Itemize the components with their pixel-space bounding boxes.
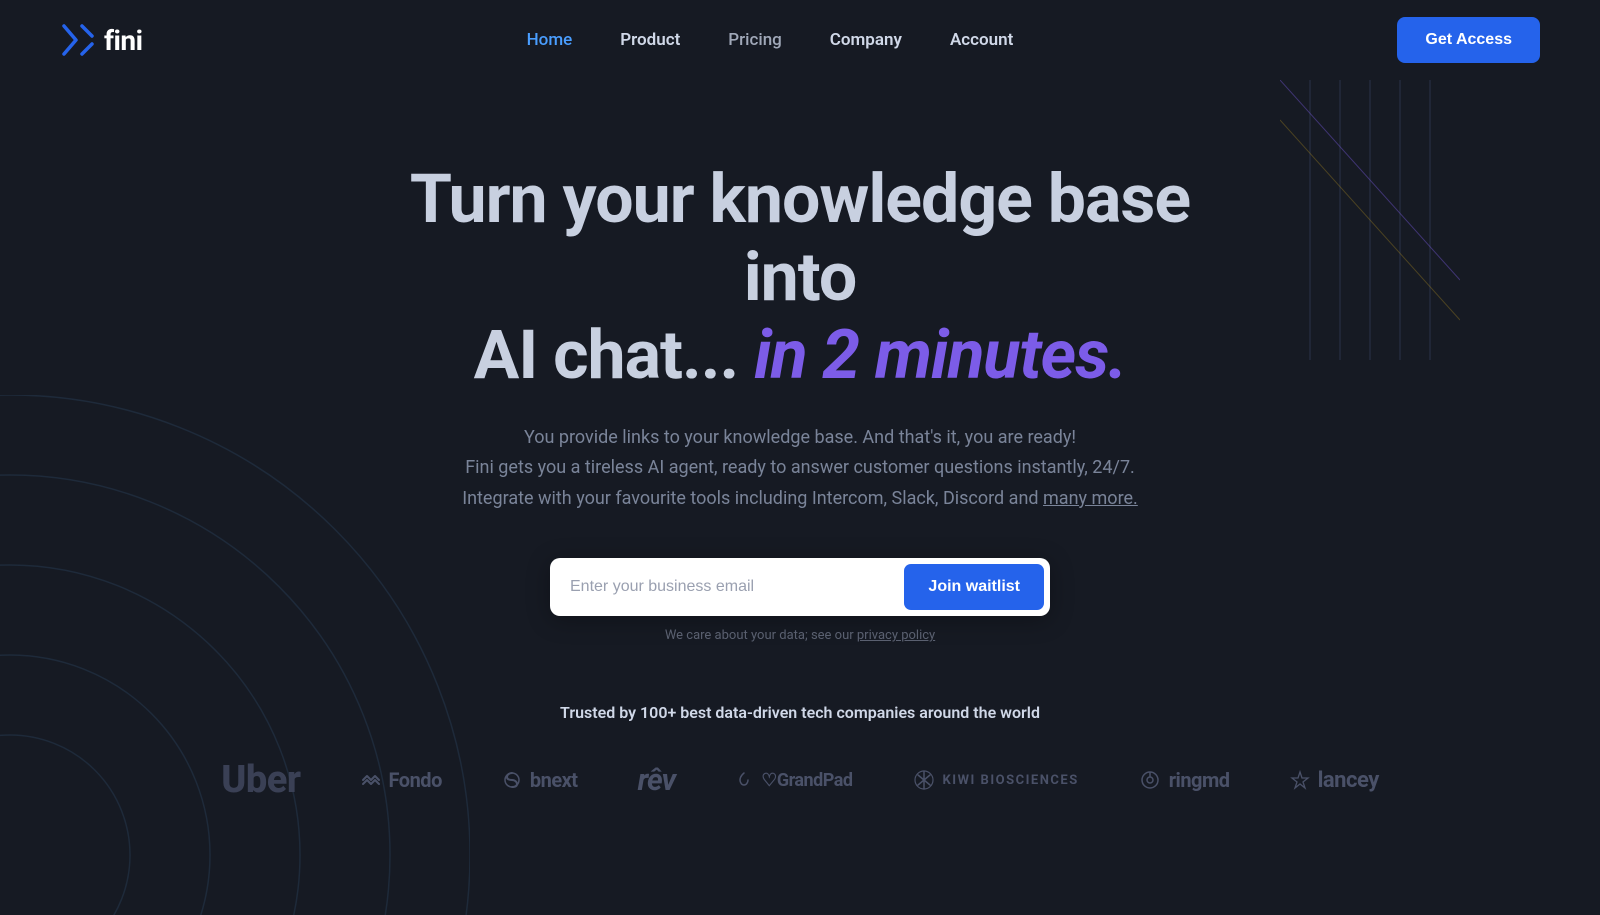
lancey-logo-text: lancey xyxy=(1318,768,1379,793)
bnext-logo-text: bnext xyxy=(530,768,578,792)
hero-section: Turn your knowledge base into AI chat...… xyxy=(0,80,1600,643)
logo-fondo: Fondo xyxy=(361,768,442,792)
nav-link-product[interactable]: Product xyxy=(620,30,680,50)
nav-item-pricing[interactable]: Pricing xyxy=(728,30,782,50)
nav-link-home[interactable]: Home xyxy=(527,30,573,50)
lancey-icon xyxy=(1290,770,1310,790)
logo-grandpad: ♡GrandPad xyxy=(735,770,852,791)
logo[interactable]: fini xyxy=(60,22,143,58)
nav-item-product[interactable]: Product xyxy=(620,30,680,50)
hero-title: Turn your knowledge base into AI chat...… xyxy=(390,160,1210,395)
email-input[interactable] xyxy=(566,570,904,604)
nav-link-company[interactable]: Company xyxy=(830,30,902,50)
privacy-note: We care about your data; see our privacy… xyxy=(665,628,935,643)
logo-lancey: lancey xyxy=(1290,768,1379,793)
hero-title-highlight: in 2 minutes. xyxy=(754,315,1126,395)
trusted-section: Trusted by 100+ best data-driven tech co… xyxy=(0,703,1600,802)
nav-link-account[interactable]: Account xyxy=(950,30,1013,50)
rev-logo-text: rêv xyxy=(638,763,676,798)
nav-links: Home Product Pricing Company Account xyxy=(527,30,1014,50)
logo-text: fini xyxy=(104,24,143,57)
grandpad-logo-text: ♡GrandPad xyxy=(761,770,852,791)
uber-logo-text: Uber xyxy=(221,758,300,802)
nav-item-home[interactable]: Home xyxy=(527,30,573,50)
kiwi-logo-text: KIWI BIOSCIENCES xyxy=(943,773,1079,788)
hero-subtitle-line2: Fini gets you a tireless AI agent, ready… xyxy=(465,457,1135,478)
fondo-icon xyxy=(361,770,381,790)
ringmd-logo-text: ringmd xyxy=(1169,768,1230,792)
hero-subtitle-line3-plain: Integrate with your favourite tools incl… xyxy=(462,488,1043,509)
logo-uber: Uber xyxy=(221,758,300,802)
logo-rev: rêv xyxy=(638,763,676,798)
hero-subtitle: You provide links to your knowledge base… xyxy=(462,423,1138,515)
hero-title-line2-plain: AI chat... xyxy=(474,315,754,395)
nav-item-company[interactable]: Company xyxy=(830,30,902,50)
grandpad-icon xyxy=(735,771,753,789)
privacy-text: We care about your data; see our xyxy=(665,628,857,643)
hero-subtitle-link[interactable]: many more. xyxy=(1043,488,1138,509)
fondo-logo-text: Fondo xyxy=(389,768,442,792)
logo-icon xyxy=(60,22,96,58)
logos-row: Uber Fondo bnext rêv ♡GrandPad xyxy=(0,758,1600,802)
nav-item-account[interactable]: Account xyxy=(950,30,1013,50)
nav-link-pricing[interactable]: Pricing xyxy=(728,30,782,50)
logo-kiwi: KIWI BIOSCIENCES xyxy=(913,769,1079,791)
bnext-icon xyxy=(502,770,522,790)
join-waitlist-button[interactable]: Join waitlist xyxy=(904,564,1044,610)
logo-bnext: bnext xyxy=(502,768,578,792)
trusted-title: Trusted by 100+ best data-driven tech co… xyxy=(0,703,1600,722)
privacy-policy-link[interactable]: privacy policy xyxy=(857,628,935,643)
hero-title-line1: Turn your knowledge base into xyxy=(410,159,1190,317)
kiwi-icon xyxy=(913,769,935,791)
logo-ringmd: ringmd xyxy=(1139,768,1230,792)
ringmd-icon xyxy=(1139,769,1161,791)
get-access-button[interactable]: Get Access xyxy=(1397,17,1540,63)
hero-subtitle-line1: You provide links to your knowledge base… xyxy=(524,427,1076,448)
email-form: Join waitlist xyxy=(550,558,1050,616)
navbar: fini Home Product Pricing Company Accoun… xyxy=(0,0,1600,80)
